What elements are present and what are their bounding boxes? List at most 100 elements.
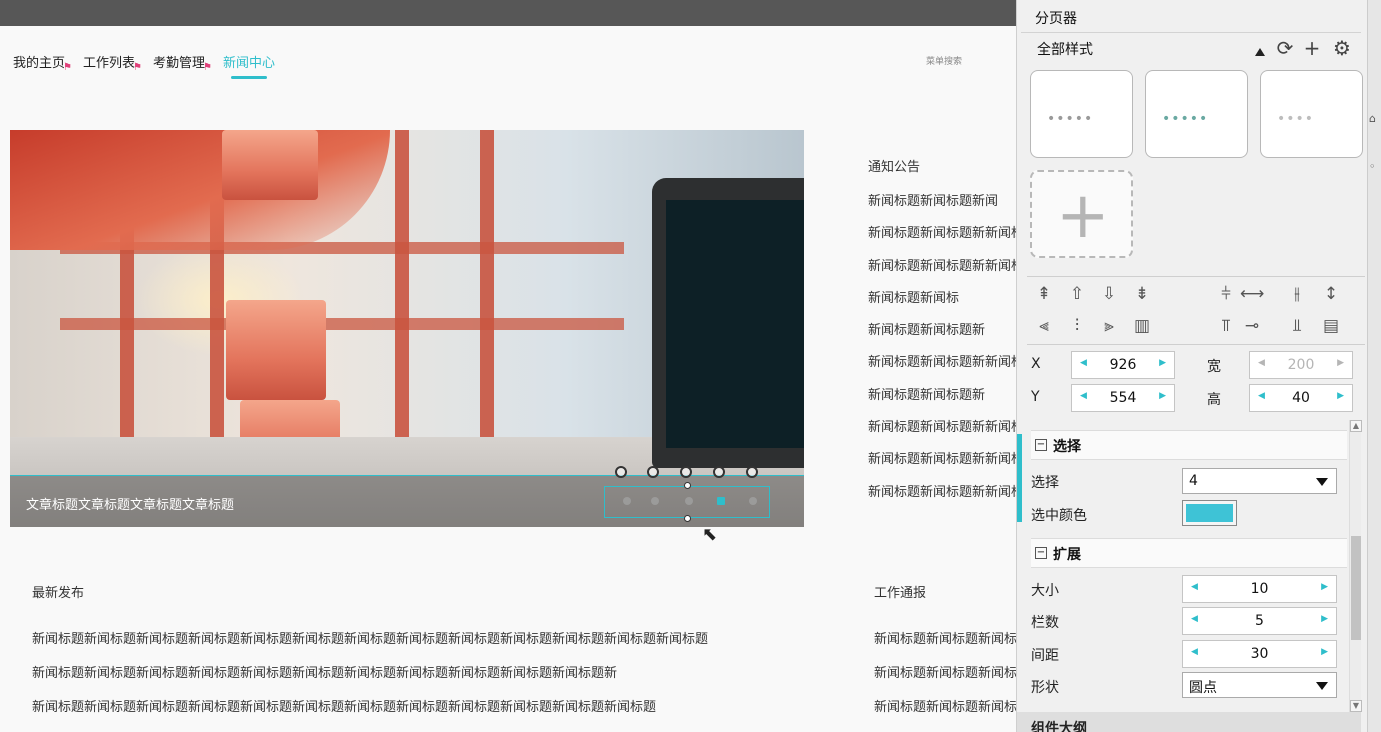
section-header-select[interactable]: − 选择	[1031, 430, 1347, 460]
pager-dot[interactable]	[651, 497, 659, 505]
plus-icon[interactable]: +	[1300, 36, 1324, 60]
list-item[interactable]: 新闻标题新闻标题新	[868, 388, 1016, 420]
nav-item-news-center[interactable]: 新闻中心	[223, 52, 275, 79]
align-grid-icon[interactable]: ▤	[1319, 314, 1343, 338]
send-to-bottom-icon[interactable]: ⇟	[1130, 282, 1154, 306]
notice-list: 新闻标题新闻标题新闻 新闻标题新闻标题新新闻标 新闻标题新闻标题新新闻标 新闻标…	[868, 194, 1016, 517]
list-item[interactable]: 新闻标题新闻标题新新闻标	[868, 452, 1016, 484]
gap-stepper[interactable]: ◀ 30 ▶	[1182, 640, 1337, 668]
x-stepper[interactable]: ◀ 926 ▶	[1071, 351, 1175, 379]
properties-panel: 分页器 全部样式 ⟳ + ⚙ ••••• ••••• •••• + ⇞ ⇧ ⇩ …	[1016, 0, 1381, 732]
collapse-icon[interactable]: −	[1035, 439, 1047, 451]
list-item[interactable]: 新闻标题新闻标题新新闻标	[868, 485, 1016, 517]
col-handle[interactable]	[713, 466, 725, 478]
align-top-icon[interactable]: ⫪	[1214, 314, 1238, 338]
collapse-icon[interactable]: −	[1035, 547, 1047, 559]
add-style-button[interactable]: +	[1030, 170, 1133, 258]
increment-icon[interactable]: ▶	[1159, 358, 1166, 368]
list-item[interactable]: 新闻标题新闻标题新闻标	[874, 662, 1016, 696]
nav-item-home[interactable]: 我的主页 ⚑	[13, 52, 72, 73]
increment-icon[interactable]: ▶	[1321, 582, 1328, 592]
resize-handle[interactable]	[684, 515, 691, 522]
pager-dot-selected[interactable]	[717, 497, 725, 505]
window-frame	[480, 130, 494, 457]
columns-value[interactable]: 5	[1183, 613, 1336, 629]
nav-item-work-list[interactable]: 工作列表 ⚑	[83, 52, 142, 73]
chevron-down-icon	[1316, 682, 1328, 690]
list-item[interactable]: 新闻标题新闻标题新新闻标	[868, 420, 1016, 452]
col-handle[interactable]	[746, 466, 758, 478]
style-thumb[interactable]: •••••	[1030, 70, 1133, 158]
list-item[interactable]: 新闻标题新闻标题新闻标题新闻标题新闻标题新闻标题新闻标题新闻标题新闻标题新闻标题…	[32, 696, 832, 730]
bring-to-top-icon[interactable]: ⇞	[1032, 282, 1056, 306]
align-bottom-icon[interactable]: ⫫	[1285, 314, 1309, 338]
shape-dropdown[interactable]: 圆点	[1182, 672, 1337, 698]
list-item[interactable]: 新闻标题新闻标题新闻标题新闻标题新闻标题新闻标题新闻标题新闻标题新闻标题新闻标题…	[32, 662, 832, 696]
section-title: 组件大纲	[1031, 721, 1087, 732]
panel-scrollbar[interactable]: ▲ ▼	[1349, 420, 1362, 712]
increment-icon[interactable]: ▶	[1321, 647, 1328, 657]
menu-search-label[interactable]: 菜单搜索	[926, 54, 962, 67]
list-item[interactable]: 新闻标题新闻标题新新闻标	[868, 259, 1016, 291]
move-up-icon[interactable]: ⇧	[1065, 282, 1089, 306]
pager-dot[interactable]	[623, 497, 631, 505]
size-stepper[interactable]: ◀ 10 ▶	[1182, 575, 1337, 603]
align-right-icon[interactable]: ⫸	[1097, 314, 1121, 338]
increment-icon[interactable]: ▶	[1337, 391, 1344, 401]
height-stepper[interactable]: ◀ 40 ▶	[1249, 384, 1353, 412]
y-label: Y	[1031, 389, 1040, 405]
col-handle[interactable]	[615, 466, 627, 478]
pager-dot[interactable]	[685, 497, 693, 505]
dropdown-corner-icon[interactable]	[1255, 48, 1265, 56]
list-item[interactable]: 新闻标题新闻标题新闻标	[874, 696, 1016, 730]
y-stepper[interactable]: ◀ 554 ▶	[1071, 384, 1175, 412]
refresh-icon[interactable]: ⟳	[1273, 36, 1297, 60]
same-size-icon[interactable]: ▥	[1130, 314, 1154, 338]
columns-stepper[interactable]: ◀ 5 ▶	[1182, 607, 1337, 635]
scroll-down-icon[interactable]: ▼	[1350, 700, 1362, 712]
align-center-icon[interactable]: ⫶	[1065, 314, 1089, 338]
style-filter-dropdown[interactable]: 全部样式	[1037, 39, 1093, 59]
image-carousel[interactable]: 文章标题文章标题文章标题文章标题	[10, 130, 804, 527]
list-item[interactable]: 新闻标题新闻标题新闻标题新闻标题新闻标题新闻标题新闻标题新闻标题新闻标题新闻标题…	[32, 628, 832, 662]
scroll-up-icon[interactable]: ▲	[1350, 420, 1362, 432]
side-tab-strip: ⌂ ◦	[1367, 0, 1381, 732]
col-handle[interactable]	[647, 466, 659, 478]
gap-value[interactable]: 30	[1183, 646, 1336, 662]
select-label: 选择	[1031, 475, 1059, 491]
list-item[interactable]: 新闻标题新闻标题新新闻标	[868, 355, 1016, 387]
list-item[interactable]: 新闻标题新闻标题新新闻标	[868, 226, 1016, 258]
move-down-icon[interactable]: ⇩	[1097, 282, 1121, 306]
resize-handle[interactable]	[684, 482, 691, 489]
gear-icon[interactable]: ⚙	[1330, 36, 1354, 60]
select-dropdown[interactable]: 4	[1182, 468, 1337, 494]
scroll-thumb[interactable]	[1351, 536, 1361, 640]
size-value[interactable]: 10	[1183, 581, 1336, 597]
shape-value: 圆点	[1189, 680, 1217, 696]
side-tab-icon[interactable]: ◦	[1369, 160, 1381, 173]
distribute-v-icon[interactable]: ↕	[1319, 282, 1343, 306]
align-middle-icon[interactable]: ⊸	[1240, 314, 1264, 338]
list-item[interactable]: 新闻标题新闻标题新	[868, 323, 1016, 355]
section-header-extend[interactable]: − 扩展	[1031, 538, 1347, 568]
pager-dot[interactable]	[749, 497, 757, 505]
section-header-outline[interactable]: 组件大纲	[1017, 712, 1361, 732]
align-left-icon[interactable]: ⫷	[1032, 314, 1056, 338]
distribute-h-icon[interactable]: ⟷	[1240, 282, 1264, 306]
list-item[interactable]: 新闻标题新闻标题新闻	[868, 194, 1016, 226]
work-report-title: 工作通报	[874, 586, 927, 601]
side-tab-icon[interactable]: ⌂	[1369, 112, 1381, 125]
style-thumb[interactable]: ••••	[1260, 70, 1363, 158]
center-v-icon[interactable]: ⫲	[1285, 282, 1309, 306]
list-item[interactable]: 新闻标题新闻标	[868, 291, 1016, 323]
increment-icon[interactable]: ▶	[1321, 614, 1328, 624]
increment-icon[interactable]: ▶	[1159, 391, 1166, 401]
center-h-icon[interactable]: ⫩	[1214, 282, 1238, 306]
style-thumb[interactable]: •••••	[1145, 70, 1248, 158]
nav-item-attendance[interactable]: 考勤管理 ⚑	[153, 52, 212, 73]
col-handle[interactable]	[680, 466, 692, 478]
list-item[interactable]: 新闻标题新闻标题新闻标	[874, 628, 1016, 662]
design-canvas[interactable]: 我的主页 ⚑ 工作列表 ⚑ 考勤管理 ⚑ 新闻中心 菜单搜索 文章标题文章标题文…	[0, 26, 1016, 732]
selected-color-swatch[interactable]	[1182, 500, 1237, 526]
nav-item-label: 考勤管理	[153, 56, 206, 71]
